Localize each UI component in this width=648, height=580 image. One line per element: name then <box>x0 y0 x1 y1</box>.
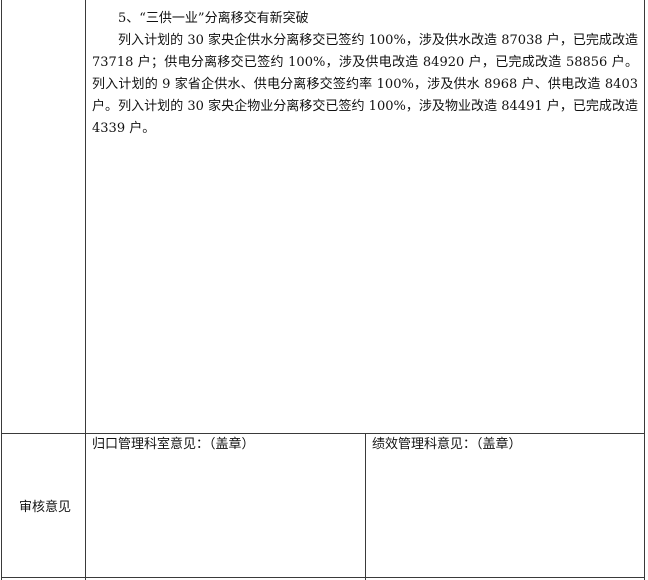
review-cell-divider <box>365 433 366 580</box>
review-row-label: 审核意见 <box>18 500 71 515</box>
report-content: 5、“三供一业”分离移交有新突破 列入计划的 30 家央企供水分离移交已签约 1… <box>92 8 638 140</box>
table-border-right <box>644 0 645 580</box>
department-opinion-label: 归口管理科室意见：（盖章） <box>92 437 255 452</box>
section-paragraph: 列入计划的 30 家央企供水分离移交已签约 100%，涉及供水改造 87038 … <box>92 33 638 136</box>
column-divider <box>85 0 86 580</box>
review-row-top-border <box>1 433 645 434</box>
performance-opinion-label: 绩效管理科意见：（盖章） <box>372 437 522 452</box>
section-heading: 5、“三供一业”分离移交有新突破 <box>118 11 309 26</box>
table-border-bottom <box>1 577 645 578</box>
table-border-left <box>1 0 2 580</box>
